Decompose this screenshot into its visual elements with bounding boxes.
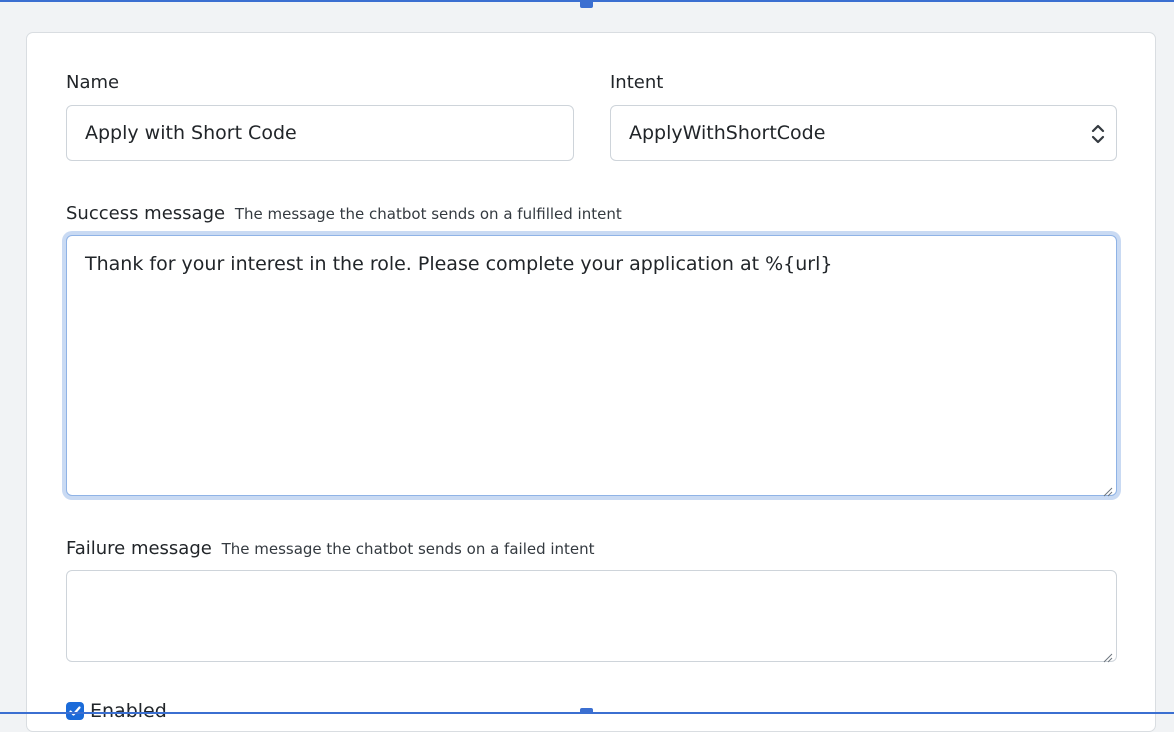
success-message-label-row: Success message The message the chatbot … (66, 203, 622, 224)
failure-message-label: Failure message (66, 538, 212, 559)
name-label: Name (66, 72, 120, 93)
check-icon (69, 706, 81, 716)
enabled-checkbox-row[interactable]: Enabled (66, 700, 167, 722)
selection-handle-top[interactable] (580, 0, 593, 8)
resize-grip-icon[interactable] (1103, 482, 1113, 497)
intent-label: Intent (610, 72, 664, 93)
resize-grip-icon[interactable] (1103, 648, 1113, 663)
selection-handle-bottom[interactable] (580, 708, 593, 714)
enabled-checkbox[interactable] (66, 702, 84, 720)
failure-message-hint: The message the chatbot sends on a faile… (221, 540, 595, 558)
enabled-label: Enabled (90, 700, 167, 722)
intent-select[interactable]: ApplyWithShortCode (610, 105, 1117, 161)
success-message-label: Success message (66, 203, 226, 224)
success-message-hint: The message the chatbot sends on a fulfi… (234, 205, 622, 223)
name-input[interactable] (66, 105, 574, 161)
failure-message-label-row: Failure message The message the chatbot … (66, 538, 595, 559)
intent-select-value: ApplyWithShortCode (629, 122, 826, 144)
chevron-up-down-icon (1090, 121, 1106, 147)
failure-message-textarea[interactable] (66, 570, 1117, 662)
success-message-textarea[interactable]: Thank for your interest in the role. Ple… (66, 235, 1117, 496)
